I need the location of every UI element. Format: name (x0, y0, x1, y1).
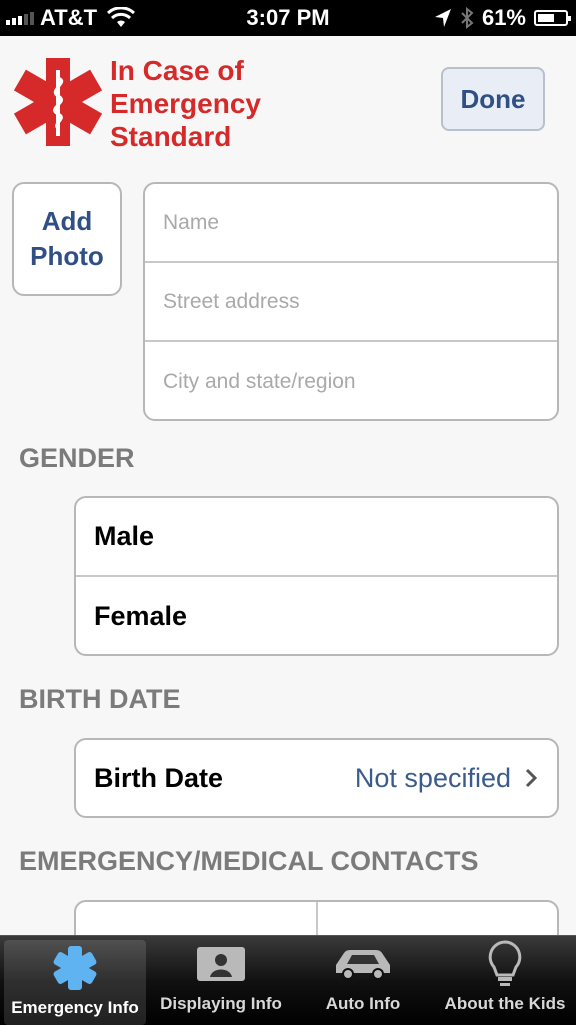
app-title: In Case of Emergency Standard (110, 54, 261, 153)
tab-bar: Emergency Info Displaying Info Auto Info (0, 935, 576, 1025)
status-bar: AT&T 3:07 PM 61% (0, 0, 576, 36)
tab-emergency-info[interactable]: Emergency Info (4, 940, 146, 1025)
tab-label: Auto Info (325, 994, 401, 1013)
app-title-line: Emergency (110, 88, 261, 119)
identity-fields: Name Street address City and state/regio… (143, 182, 559, 421)
gender-option-male[interactable]: Male (76, 498, 557, 577)
birth-date-section-label: BIRTH DATE (19, 684, 181, 714)
lightbulb-icon (488, 940, 522, 986)
car-icon (336, 950, 390, 980)
tab-label: Displaying Info (160, 994, 282, 1013)
birth-date-label: Birth Date (94, 762, 224, 793)
medical-star-icon (53, 946, 97, 990)
birth-date-group: Birth Date Not specified (74, 738, 559, 818)
app-title-line: In Case of (110, 55, 244, 86)
done-button[interactable]: Done (441, 67, 545, 131)
app-title-line: Standard (110, 121, 232, 152)
gender-options: Male Female (74, 496, 559, 656)
add-photo-label: Photo (30, 241, 104, 271)
city-state-field[interactable]: City and state/region (145, 342, 557, 419)
location-arrow-icon (434, 9, 451, 27)
birth-date-row[interactable]: Birth Date Not specified (76, 740, 557, 816)
tab-label: About the Kids (444, 994, 566, 1013)
contacts-section-label: EMERGENCY/MEDICAL CONTACTS (19, 846, 479, 876)
tab-auto-info[interactable]: Auto Info (292, 936, 434, 1025)
tab-label: Emergency Info (11, 998, 139, 1017)
battery-percent: 61% (481, 5, 526, 30)
bluetooth-icon (461, 7, 474, 29)
star-of-life-icon (13, 58, 103, 146)
chevron-right-icon (525, 768, 537, 788)
add-photo-label: Add (41, 206, 93, 236)
battery-icon (534, 10, 571, 26)
name-field[interactable]: Name (145, 184, 557, 263)
gender-section-label: GENDER (19, 443, 135, 473)
birth-date-value: Not specified (354, 762, 511, 793)
gender-option-female[interactable]: Female (76, 577, 557, 654)
contact-card-icon (197, 947, 245, 981)
tab-about-the-kids[interactable]: About the Kids (434, 936, 576, 1025)
tab-displaying-info[interactable]: Displaying Info (150, 936, 292, 1025)
street-address-field[interactable]: Street address (145, 263, 557, 342)
add-photo-button[interactable]: Add Photo (12, 182, 122, 296)
